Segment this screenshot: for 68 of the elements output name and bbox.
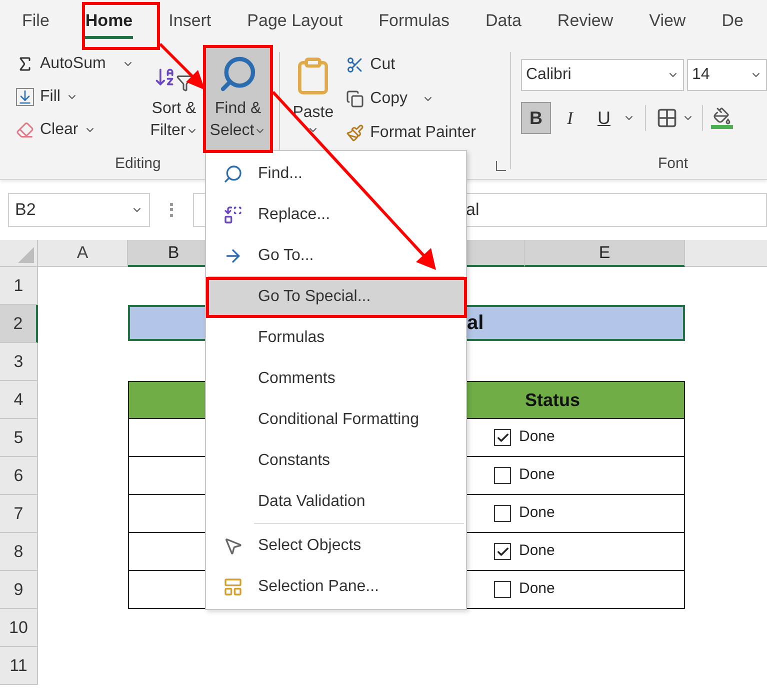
column-header[interactable]: A [38, 240, 128, 267]
checkbox[interactable] [494, 581, 511, 598]
ribbon-tab[interactable]: Insert [150, 4, 230, 38]
row-header[interactable]: 3 [0, 343, 38, 381]
checkbox[interactable] [494, 543, 511, 560]
selection-pane-icon [223, 576, 243, 596]
menu-item[interactable]: Constants [208, 440, 464, 481]
checkbox-label: Done [519, 503, 555, 524]
find-select-button[interactable]: Find & Select [205, 48, 271, 152]
bold-button[interactable]: B [520, 102, 551, 134]
paintbrush-icon [346, 124, 364, 142]
copy-button[interactable]: Copy [346, 86, 476, 112]
row-header[interactable]: 9 [0, 571, 38, 609]
fill-button[interactable]: Fill [16, 83, 145, 110]
underline-button[interactable]: U [588, 102, 619, 134]
menu-item[interactable]: Selection Pane... [208, 566, 464, 607]
search-icon [223, 164, 243, 184]
checkbox[interactable] [494, 429, 511, 446]
ribbon-tab[interactable]: Page Layout [229, 4, 361, 38]
checkbox-label: Done [519, 427, 555, 448]
font-name-field[interactable]: Calibri [520, 59, 684, 91]
row-header[interactable]: 11 [0, 647, 38, 685]
cursor-icon [223, 536, 243, 556]
cut-button[interactable]: Cut [346, 52, 476, 78]
eraser-icon [16, 120, 34, 138]
borders-icon[interactable] [656, 107, 678, 129]
scissors-icon [346, 56, 364, 74]
checkbox-label: Done [519, 579, 555, 600]
ribbon-tab[interactable]: Home [67, 4, 151, 38]
format-painter-button[interactable]: Format Painter [346, 120, 476, 146]
checkbox-label: Done [519, 541, 555, 562]
row-header[interactable]: 5 [0, 419, 38, 457]
grip-icon [170, 203, 173, 217]
row-header[interactable]: 4 [0, 381, 38, 419]
menu-item[interactable]: Data Validation [208, 481, 464, 522]
italic-button[interactable]: I [554, 102, 585, 134]
dialog-launcher-icon[interactable] [496, 161, 506, 171]
group-label: Font [656, 154, 689, 174]
ribbon-tab[interactable]: De [704, 4, 762, 38]
row-header[interactable]: 6 [0, 457, 38, 495]
annotation-arrow [158, 42, 205, 90]
checkbox-label: Done [519, 465, 555, 486]
menu-item[interactable]: Find... [208, 153, 464, 194]
row-header[interactable]: 10 [0, 609, 38, 647]
copy-icon [346, 90, 364, 108]
replace-icon [223, 204, 243, 224]
group-label: Editing [115, 154, 161, 174]
row-header[interactable]: 1 [0, 267, 38, 305]
column-header[interactable]: E [525, 240, 685, 267]
font-size-field[interactable]: 14 [686, 59, 767, 91]
row-header[interactable]: 8 [0, 533, 38, 571]
ribbon-tab[interactable]: View [631, 4, 704, 38]
fill-color-icon[interactable] [710, 107, 733, 129]
fill-icon [16, 88, 34, 106]
ribbon-tab[interactable]: Data [468, 4, 540, 38]
ribbon-tab[interactable]: File [4, 4, 68, 38]
checkbox[interactable] [494, 467, 511, 484]
autosum-button[interactable]: AutoSum [16, 50, 145, 77]
name-box[interactable]: B2 [8, 193, 150, 227]
search-icon [218, 54, 258, 94]
clear-button[interactable]: Clear [16, 116, 145, 143]
row-header[interactable]: 2 [0, 305, 38, 343]
ribbon-tab[interactable]: Formulas [360, 4, 468, 38]
sort-filter-button[interactable]: Sort & Filter [145, 46, 203, 152]
row-header[interactable]: 7 [0, 495, 38, 533]
ribbon-tab[interactable]: Review [539, 4, 632, 38]
menu-item[interactable]: Select Objects [208, 525, 464, 566]
checkbox[interactable] [494, 505, 511, 522]
